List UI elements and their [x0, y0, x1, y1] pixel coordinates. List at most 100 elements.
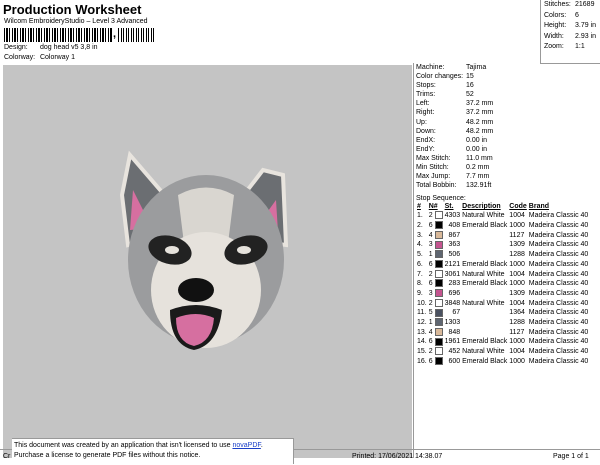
table-row: 6. 6 2121 Emerald Black 1000 Madeira Classic…	[416, 259, 589, 270]
thread-brand: Madeira Classic 40	[528, 260, 589, 268]
summary-label: Zoom:	[544, 43, 564, 50]
table-row: 14. 6 1961 Emerald Black 1000 Madeira Classi…	[416, 337, 589, 347]
table-row: 13. 4 848 1127 Madeira Classic 40	[416, 327, 589, 338]
thread-brand: Madeira Classic 40	[528, 309, 589, 317]
stop-index: 16.	[417, 357, 427, 365]
stitch-count: 3061	[444, 270, 461, 278]
table-row: 2. 6 408 Emerald Black 1000 Madeira Classic …	[416, 221, 589, 231]
param-value: 16	[466, 82, 474, 90]
table-row: 5. 1 506 1288 Madeira Classic 40	[416, 250, 589, 260]
table-row: 16. 6 600 Emerald Black 1000 Madeira Classic…	[416, 357, 589, 367]
notice-text: This document was created by an applicat…	[14, 442, 233, 449]
needle-cell: 3	[428, 240, 444, 250]
param-value: 0.00 in	[466, 136, 488, 144]
colorway-value: Colorway 1	[39, 54, 75, 61]
details-panel: Machine: Tajima Color changes: 15 Stops: 16 Tr…	[413, 63, 600, 458]
thread-code: 1288	[509, 251, 525, 259]
col-stitches-header: St.	[444, 203, 454, 211]
summary-value: 6	[575, 11, 579, 19]
table-row: 7. 2 3061 Natural White 1004 Madeira Classic…	[416, 269, 589, 280]
table-row: 15. 2 452 Natural White 1004 Madeira Classic…	[416, 347, 589, 357]
thread-brand: Madeira Classic 40	[528, 251, 589, 259]
col-index-header: #	[417, 203, 421, 211]
param-row: EndY: 0.00 in	[414, 145, 600, 154]
thread-brand: Madeira Classic 40	[528, 338, 589, 346]
summary-value: 1:1	[575, 43, 585, 50]
param-label: Left:	[416, 100, 430, 108]
stitch-count: 363	[448, 241, 461, 249]
summary-row: Colors: 6	[541, 11, 600, 22]
needle-cell: 6	[428, 259, 444, 270]
thread-description	[461, 250, 508, 260]
barcode-separator: ,	[113, 28, 117, 40]
color-swatch	[434, 337, 443, 346]
thread-code: 1309	[509, 241, 525, 249]
summary-row: Stitches: 21689	[541, 0, 600, 11]
color-swatch	[434, 289, 443, 298]
thread-brand: Madeira Classic 40	[528, 270, 589, 278]
thread-description: Natural White	[462, 270, 505, 278]
thread-description	[461, 318, 508, 328]
param-label: Machine:	[416, 64, 445, 71]
thread-code: 1000	[509, 280, 525, 288]
stitch-count: 67	[452, 309, 461, 317]
param-row: Stops: 16	[414, 81, 600, 90]
color-swatch	[434, 259, 443, 268]
thread-code: 1364	[509, 309, 525, 317]
stop-index: 6.	[417, 260, 423, 268]
thread-brand: Madeira Classic 40	[528, 212, 589, 220]
param-value: Tajima	[466, 64, 487, 71]
summary-value: 2.93 in	[575, 32, 597, 40]
stitch-count: 1303	[444, 319, 461, 327]
right-eye	[237, 246, 251, 254]
param-value: 48.2 mm	[466, 127, 494, 135]
thread-code: 1004	[509, 212, 525, 220]
param-value: 132.91ft	[466, 182, 492, 190]
param-row: Left: 37.2 mm	[414, 99, 600, 108]
thread-code: 1127	[509, 328, 525, 336]
novapdf-link[interactable]: novaPDF	[232, 442, 260, 449]
table-row: 10. 2 3848 Natural White 1004 Madeira Classi…	[416, 298, 589, 309]
thread-description: Natural White	[462, 348, 505, 356]
stop-sequence-table: # N# St. Description Code Brand 1. 2 4303 Natur…	[416, 203, 589, 366]
param-label: Total Bobbin:	[416, 182, 457, 190]
table-header-row: # N# St. Description Code Brand	[416, 203, 589, 211]
thread-description: Emerald Black	[462, 357, 508, 365]
needle-cell: 4	[428, 327, 444, 338]
printed-date: Printed: 17/06/2021 14:38.07	[352, 453, 443, 460]
stitch-count: 408	[448, 222, 461, 230]
page-number: Page 1 of 1	[553, 453, 589, 460]
param-value: 37.2 mm	[466, 109, 494, 117]
page-title: Production Worksheet	[3, 2, 142, 17]
stop-index: 10.	[417, 299, 427, 307]
stitch-count: 3848	[444, 299, 461, 307]
thread-description	[461, 240, 508, 250]
stitch-count: 848	[448, 328, 461, 336]
barcode-secondary	[118, 28, 156, 42]
param-label: Stops:	[416, 82, 436, 90]
col-code-header: Code	[509, 203, 527, 211]
needle-cell: 2	[428, 298, 444, 309]
thread-description: Emerald Black	[462, 260, 508, 268]
thread-description	[461, 308, 508, 318]
thread-description: Natural White	[462, 299, 505, 307]
needle-cell: 6	[428, 221, 444, 231]
thread-code: 1309	[509, 289, 525, 297]
summary-label: Colors:	[544, 11, 567, 19]
param-row: Min Stitch: 0.2 mm	[414, 163, 600, 172]
param-label: Right:	[416, 109, 435, 117]
footer-left-text: Cr	[3, 453, 11, 460]
summary-label: Width:	[544, 32, 564, 40]
param-label: EndY:	[416, 145, 435, 153]
color-swatch	[434, 240, 443, 249]
param-value: 0.2 mm	[466, 164, 490, 172]
color-swatch	[434, 250, 443, 259]
thread-brand: Madeira Classic 40	[528, 357, 589, 365]
stop-index: 9.	[417, 289, 423, 297]
stop-sequence-title: Stop Sequence:	[416, 195, 466, 203]
summary-value: 3.79 in	[575, 22, 597, 29]
needle-cell: 1	[428, 318, 444, 328]
table-row: 4. 3 363 1309 Madeira Classic 40	[416, 240, 589, 250]
param-row: Machine: Tajima	[414, 63, 600, 72]
param-value: 48.2 mm	[466, 118, 494, 126]
